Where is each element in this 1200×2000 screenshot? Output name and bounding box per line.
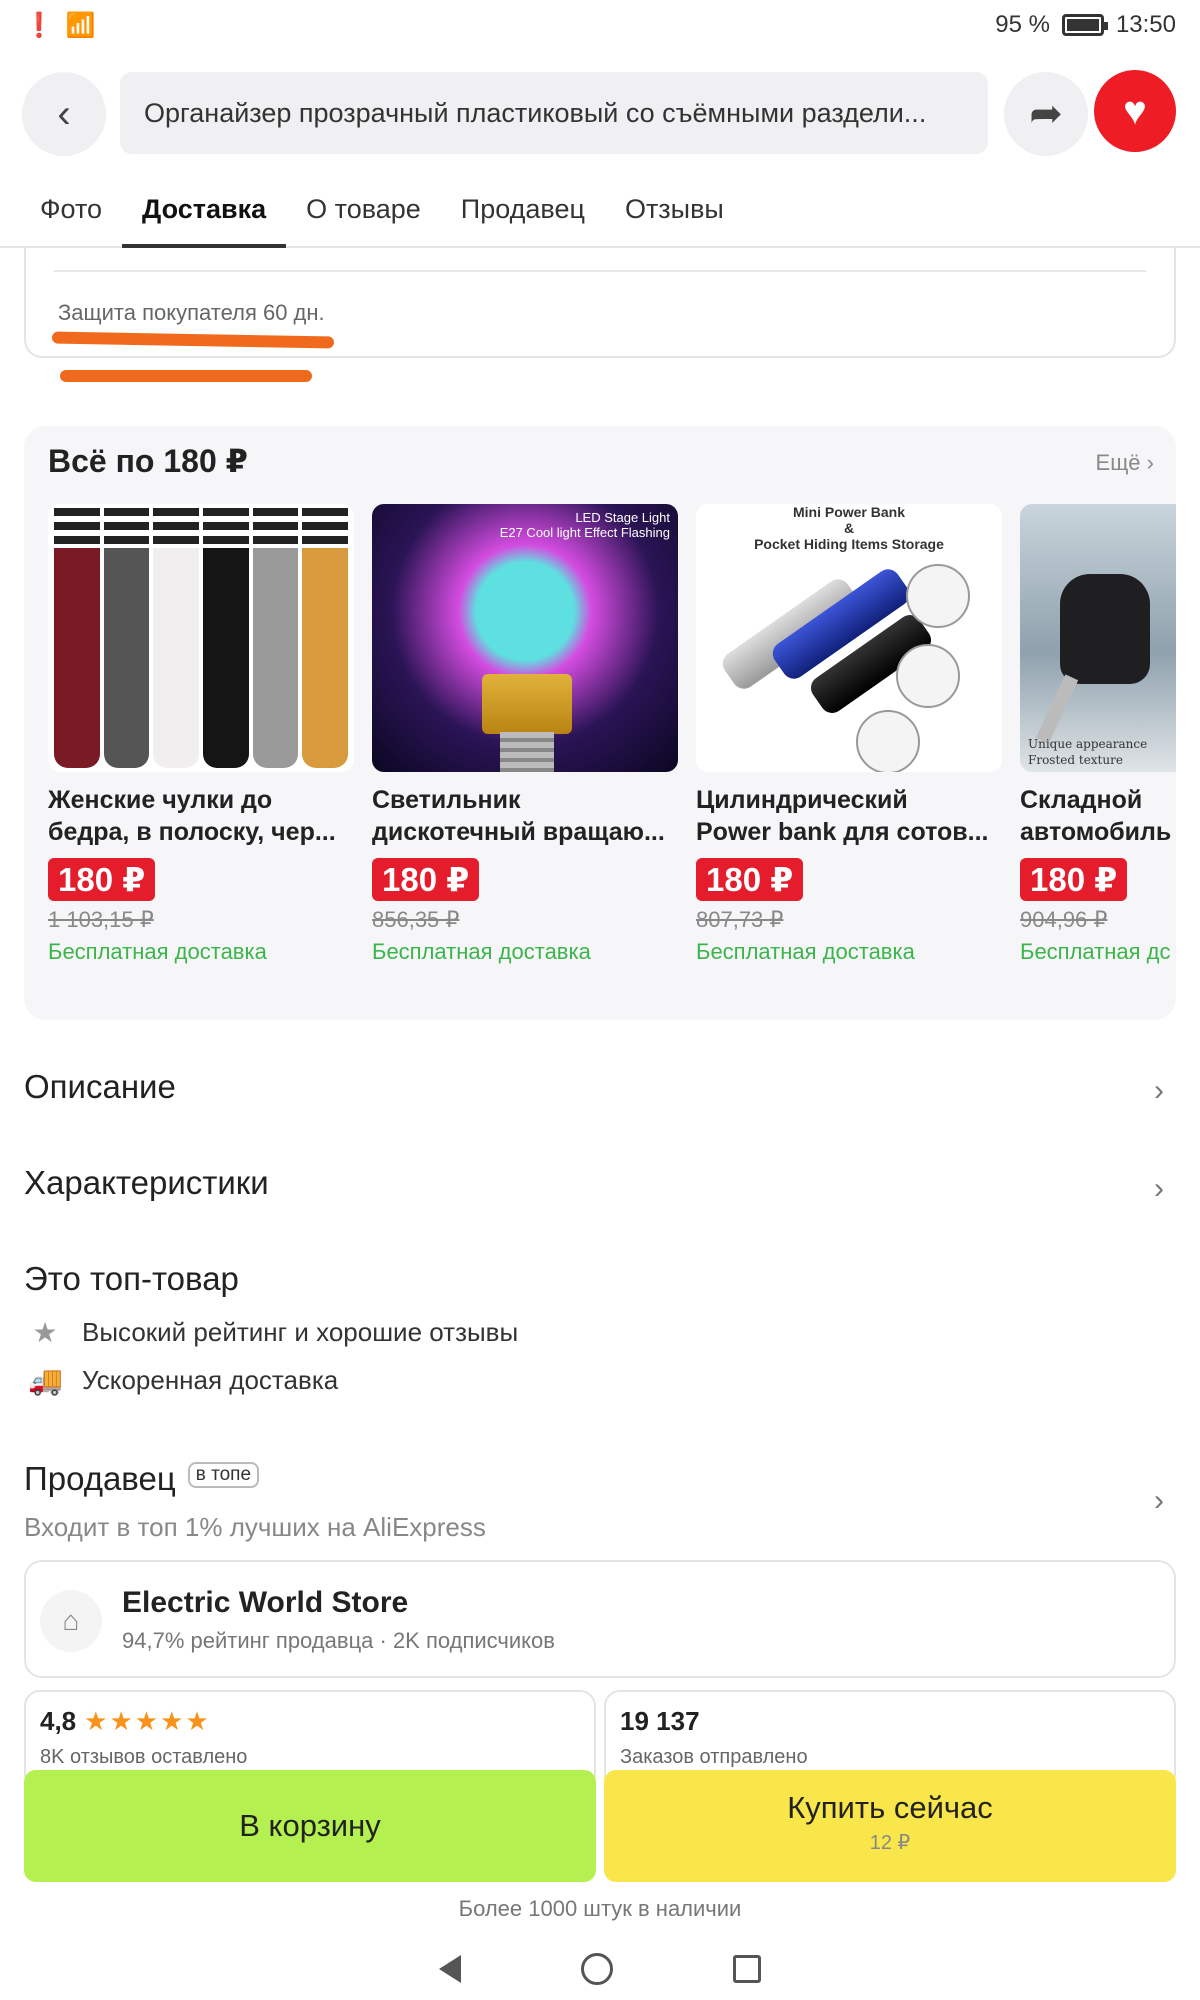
favorite-button[interactable]: ♥	[1094, 70, 1176, 152]
store-icon: ⌂	[40, 1590, 102, 1652]
nav-back-icon[interactable]	[439, 1955, 461, 1983]
share-arrow-icon: ➦	[1029, 92, 1063, 136]
chevron-right-icon: ›	[1154, 1172, 1164, 1205]
chevron-right-icon: ›	[1154, 1484, 1164, 1517]
product-image	[48, 504, 354, 772]
battery-percent: 95 %	[995, 11, 1050, 38]
stock-text: Более 1000 штук в наличии	[458, 1896, 742, 1921]
truck-icon: 🚚	[28, 1365, 63, 1396]
seller-subtitle: Входит в топ 1% лучших на AliExpress	[24, 1512, 486, 1542]
product-old-price: 856,35 ₽	[372, 907, 460, 932]
product-shipping: Бесплатная доставка	[696, 939, 915, 964]
product-image: Unique appearance Frosted texture	[1020, 504, 1176, 772]
product-tabs: Фото Доставка О товаре Продавец Отзывы	[0, 180, 1200, 248]
seller-top-badge: в топе	[187, 1462, 260, 1488]
chevron-right-icon: ›	[1154, 1074, 1164, 1107]
buyer-protection-text: Защита покупателя 60 дн.	[58, 300, 325, 325]
orders-label: Заказов отправлено	[620, 1746, 808, 1768]
buy-now-button[interactable]: Купить сейчас 12 ₽	[604, 1770, 1176, 1882]
top-header: ‹ Органайзер прозрачный пластиковый со с…	[0, 68, 1200, 158]
product-name: Складной автомобиль	[1020, 786, 1172, 846]
product-price: 180 ₽	[1020, 858, 1128, 901]
store-name: Electric World Store	[122, 1586, 409, 1619]
store-stats: 94,7% рейтинг продавца · 2K подписчиков	[122, 1628, 555, 1653]
product-image: LED Stage Light E27 Cool light Effect Fla…	[372, 504, 678, 772]
product-name: Светильник дискотечный вращаю...	[372, 786, 665, 846]
product-old-price: 1 103,15 ₽	[48, 907, 154, 932]
rating-value: 4,8 ★★★★★	[40, 1706, 211, 1736]
tab-seller[interactable]: Продавец	[441, 180, 605, 246]
product-price: 180 ₽	[696, 858, 804, 901]
promo-section: Всё по 180 ₽ Ещё › Женские чулки до бедр…	[24, 426, 1176, 1020]
back-button[interactable]: ‹	[22, 72, 106, 156]
product-card[interactable]: Женские чулки до бедра, в полоску, чер..…	[48, 504, 354, 965]
nav-recent-icon[interactable]	[733, 1955, 761, 1983]
clock: 13:50	[1115, 11, 1176, 38]
product-old-price: 904,96 ₽	[1020, 907, 1108, 932]
description-title: Описание	[24, 1068, 176, 1105]
top-feature-delivery: 🚚 Ускоренная доставка	[28, 1365, 339, 1396]
star-icon: ★	[32, 1317, 58, 1348]
product-price: 180 ₽	[372, 858, 480, 901]
notification-icon: ❗	[24, 11, 54, 39]
heart-icon: ♥	[1123, 88, 1147, 133]
reviews-count: 8K отзывов оставлено	[40, 1746, 248, 1768]
characteristics-title: Характеристики	[24, 1164, 269, 1201]
product-name: Женские чулки до бедра, в полоску, чер..…	[48, 786, 336, 846]
search-field[interactable]: Органайзер прозрачный пластиковый со съё…	[120, 72, 988, 154]
store-card[interactable]: ⌂ Electric World Store 94,7% рейтинг про…	[24, 1560, 1176, 1678]
tab-reviews[interactable]: Отзывы	[605, 180, 744, 246]
tab-about[interactable]: О товаре	[286, 180, 441, 246]
wifi-icon: 📶	[65, 11, 96, 39]
product-card[interactable]: Unique appearance Frosted texture Складно…	[1020, 504, 1176, 965]
product-image: Mini Power Bank & Pocket Hiding Items Stor…	[696, 504, 1002, 772]
divider	[54, 270, 1146, 272]
status-bar: ❗ 📶 95 % 13:50	[0, 0, 1200, 50]
highlight-stroke	[60, 370, 312, 382]
add-to-cart-button[interactable]: В корзину	[24, 1770, 596, 1882]
promo-more-link[interactable]: Ещё ›	[1096, 450, 1154, 476]
product-price: 180 ₽	[48, 858, 156, 901]
battery-icon	[1061, 14, 1108, 36]
orders-value: 19 137	[620, 1706, 700, 1736]
product-card[interactable]: Mini Power Bank & Pocket Hiding Items Stor…	[696, 504, 1002, 965]
product-shipping: Бесплатная дс	[1020, 939, 1171, 964]
product-name: Цилиндрический Power bank для сотов...	[696, 786, 989, 846]
search-text: Органайзер прозрачный пластиковый со съё…	[144, 97, 927, 128]
seller-title: Продавец в топе	[24, 1460, 260, 1498]
product-shipping: Бесплатная доставка	[48, 939, 267, 964]
product-shipping: Бесплатная доставка	[372, 939, 591, 964]
chevron-left-icon: ‹	[57, 91, 71, 136]
system-nav-bar	[0, 1938, 1200, 2000]
product-old-price: 807,73 ₽	[696, 907, 784, 932]
rating-stars-icon: ★★★★★	[84, 1706, 211, 1736]
share-button[interactable]: ➦	[1004, 72, 1088, 156]
product-card[interactable]: LED Stage Light E27 Cool light Effect Fla…	[372, 504, 678, 965]
tab-photo[interactable]: Фото	[20, 180, 122, 246]
tab-delivery[interactable]: Доставка	[122, 180, 287, 248]
top-product-title: Это топ-товар	[24, 1260, 239, 1297]
nav-home-icon[interactable]	[581, 1953, 613, 1985]
top-feature-rating: ★ Высокий рейтинг и хорошие отзывы	[28, 1316, 518, 1349]
promo-title: Всё по 180 ₽	[48, 443, 248, 479]
